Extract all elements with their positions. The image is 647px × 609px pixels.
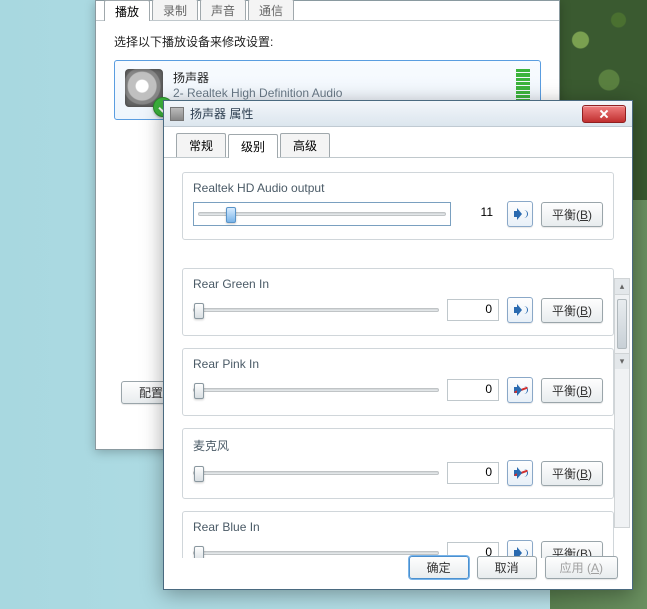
device-driver: 2- Realtek High Definition Audio xyxy=(173,86,342,100)
channel-name: Rear Pink In xyxy=(193,357,603,371)
titlebar[interactable]: 扬声器 属性 xyxy=(164,101,632,127)
sound-tab-3[interactable]: 通信 xyxy=(248,0,294,20)
prop-tab-2[interactable]: 高级 xyxy=(280,133,330,157)
device-name: 扬声器 xyxy=(173,69,342,86)
balance-label-prefix: 平衡( xyxy=(552,208,580,222)
scroll-thumb[interactable] xyxy=(617,299,627,349)
balance-mnemonic: B xyxy=(580,467,588,481)
prop-tab-1[interactable]: 级别 xyxy=(228,134,278,158)
slider-thumb[interactable] xyxy=(194,303,204,319)
balance-mnemonic: B xyxy=(580,304,588,318)
volume-slider[interactable] xyxy=(193,542,439,558)
channel-name: Realtek HD Audio output xyxy=(193,181,603,195)
volume-value[interactable]: 0 xyxy=(447,462,499,484)
volume-value: 11 xyxy=(459,203,499,225)
slider-thumb[interactable] xyxy=(194,466,204,482)
apply-button[interactable]: 应用 (A) xyxy=(545,556,618,579)
window-title: 扬声器 属性 xyxy=(190,105,576,122)
channel-row: 0 平衡(B) xyxy=(193,297,603,323)
speaker-icon xyxy=(513,303,527,317)
channel-row: 0 平衡(B) xyxy=(193,460,603,486)
speaker-icon xyxy=(513,466,527,480)
instruction-text: 选择以下播放设备来修改设置: xyxy=(114,33,541,50)
apply-label-prefix: 应用 ( xyxy=(560,561,591,575)
speaker-icon xyxy=(513,207,527,221)
channel-name: Rear Green In xyxy=(193,277,603,291)
prop-tab-0[interactable]: 常规 xyxy=(176,133,226,157)
balance-mnemonic: B xyxy=(580,384,588,398)
mute-button[interactable] xyxy=(507,297,533,323)
scroll-down-button[interactable]: ▾ xyxy=(615,353,629,369)
channel-panel: Rear Green In 0 平衡(B) xyxy=(182,268,614,336)
balance-label-suffix: ) xyxy=(588,467,592,481)
window-icon xyxy=(170,107,184,121)
dialog-buttons: 确定 取消 应用 (A) xyxy=(409,556,618,579)
channel-name: 麦克风 xyxy=(193,437,603,454)
slider-thumb[interactable] xyxy=(194,546,204,558)
sound-tab-0[interactable]: 播放 xyxy=(104,0,150,21)
sound-tabs: 播放录制声音通信 xyxy=(96,1,559,21)
balance-mnemonic: B xyxy=(580,208,588,222)
speaker-properties-window: 扬声器 属性 常规级别高级 Realtek HD Audio output 11 平… xyxy=(163,100,633,590)
channel-row: 11 平衡(B) xyxy=(193,201,603,227)
volume-value[interactable]: 0 xyxy=(447,299,499,321)
apply-mnemonic: A xyxy=(591,561,599,575)
channel-row: 0 平衡(B) xyxy=(193,377,603,403)
scroll-up-button[interactable]: ▴ xyxy=(615,279,629,295)
volume-slider[interactable] xyxy=(193,379,439,401)
scrollbar[interactable]: ▴ ▾ xyxy=(614,278,630,528)
slider-thumb[interactable] xyxy=(194,383,204,399)
balance-button[interactable]: 平衡(B) xyxy=(541,202,603,227)
volume-slider[interactable] xyxy=(193,299,439,321)
balance-button[interactable]: 平衡(B) xyxy=(541,378,603,403)
volume-slider[interactable] xyxy=(193,202,451,226)
channel-panel: Realtek HD Audio output 11 平衡(B) xyxy=(182,172,614,240)
speaker-icon xyxy=(513,383,527,397)
sound-tab-1[interactable]: 录制 xyxy=(152,0,198,20)
balance-label-prefix: 平衡( xyxy=(552,384,580,398)
cancel-button[interactable]: 取消 xyxy=(477,556,537,579)
sound-tab-2[interactable]: 声音 xyxy=(200,0,246,20)
mute-button[interactable] xyxy=(507,201,533,227)
channel-panel: Rear Blue In0平衡(B) xyxy=(182,511,614,558)
volume-slider[interactable] xyxy=(193,462,439,484)
channel-panel: 麦克风 0 平衡(B) xyxy=(182,428,614,499)
balance-button[interactable]: 平衡(B) xyxy=(541,298,603,323)
volume-value[interactable]: 0 xyxy=(447,379,499,401)
balance-label-prefix: 平衡( xyxy=(552,467,580,481)
apply-label-suffix: ) xyxy=(599,561,603,575)
channel-name: Rear Blue In xyxy=(193,520,603,534)
close-button[interactable] xyxy=(582,105,626,123)
balance-label-suffix: ) xyxy=(588,384,592,398)
balance-label-suffix: ) xyxy=(588,208,592,222)
balance-label-suffix: ) xyxy=(588,304,592,318)
slider-thumb[interactable] xyxy=(226,207,236,223)
balance-label-prefix: 平衡( xyxy=(552,304,580,318)
balance-button[interactable]: 平衡(B) xyxy=(541,461,603,486)
ok-button[interactable]: 确定 xyxy=(409,556,469,579)
mute-button[interactable] xyxy=(507,377,533,403)
mute-button[interactable] xyxy=(507,460,533,486)
channel-panel: Rear Pink In 0 平衡(B) xyxy=(182,348,614,416)
properties-tabs: 常规级别高级 xyxy=(164,127,632,158)
levels-tab-body: Realtek HD Audio output11平衡(B)Rear Green… xyxy=(164,158,632,558)
